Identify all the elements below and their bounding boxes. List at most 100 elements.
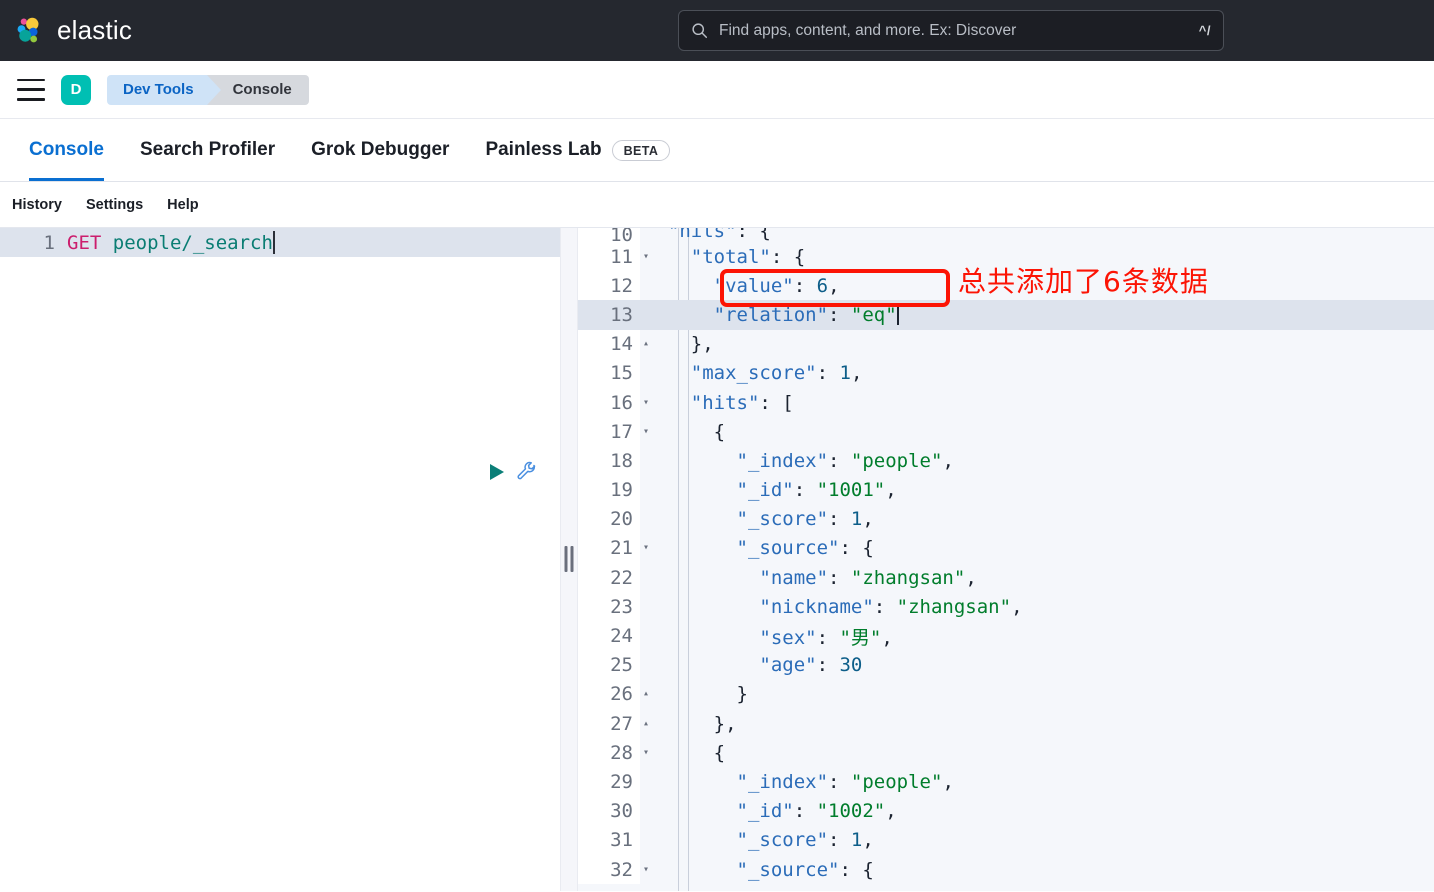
response-line[interactable]: 30 "_id": "1002", (578, 797, 1434, 826)
code-line-text: "_id": "1002", (640, 800, 897, 822)
code-token: "name" (759, 567, 828, 589)
hamburger-menu-icon[interactable] (17, 79, 45, 101)
subnav-item-help[interactable]: Help (167, 197, 198, 213)
response-viewer[interactable]: 10 "hits": {11▾ "total": {12 "value": 6,… (578, 228, 1434, 891)
global-search-input[interactable]: Find apps, content, and more. Ex: Discov… (678, 10, 1224, 51)
fold-arrow-icon[interactable]: ▴ (643, 719, 649, 729)
response-line[interactable]: 25 "age": 30 (578, 651, 1434, 680)
console-subnav: History Settings Help (0, 182, 1434, 228)
code-line-text: "_source": { (640, 859, 874, 881)
pane-splitter[interactable] (560, 228, 578, 891)
tab-search-profiler[interactable]: Search Profiler (122, 119, 293, 181)
code-line-text: }, (640, 333, 714, 355)
response-line[interactable]: 14▴ }, (578, 330, 1434, 359)
code-token: "value" (714, 275, 794, 297)
line-number: 26▴ (578, 680, 640, 709)
code-line-text: "hits": { (640, 228, 771, 242)
code-token: , (885, 800, 896, 822)
response-line[interactable]: 23 "nickname": "zhangsan", (578, 592, 1434, 621)
fold-arrow-icon[interactable]: ▴ (643, 339, 649, 349)
response-line[interactable]: 31 "_score": 1, (578, 826, 1434, 855)
request-line[interactable]: 1GET people/_search (0, 228, 560, 257)
response-line[interactable]: 10 "hits": { (578, 228, 1434, 242)
response-rows[interactable]: 10 "hits": {11▾ "total": {12 "value": 6,… (578, 228, 1434, 884)
fold-arrow-icon[interactable]: ▾ (643, 427, 649, 437)
code-token: 1 (840, 362, 851, 384)
code-line-text: "value": 6, (640, 275, 840, 297)
response-line[interactable]: 22 "name": "zhangsan", (578, 563, 1434, 592)
code-token: }, (645, 333, 714, 355)
avatar[interactable]: D (61, 75, 91, 105)
fold-arrow-icon[interactable]: ▾ (643, 543, 649, 553)
code-token (645, 228, 668, 242)
play-icon[interactable] (490, 464, 504, 480)
response-line[interactable]: 17▾ { (578, 417, 1434, 446)
response-line[interactable]: 29 "_index": "people", (578, 767, 1434, 796)
code-line-text: "age": 30 (640, 654, 862, 676)
breadcrumb-item-console[interactable]: Console (207, 75, 309, 105)
tab-painless-lab[interactable]: Painless Lab BETA (467, 119, 688, 181)
response-line[interactable]: 15 "max_score": 1, (578, 359, 1434, 388)
response-line[interactable]: 28▾ { (578, 738, 1434, 767)
code-token: , (851, 362, 862, 384)
annotation-note: 总共添加了6条数据 (958, 260, 1209, 300)
beta-badge: BETA (612, 140, 671, 161)
line-number: 24 (578, 621, 640, 650)
code-token: 1 (851, 508, 862, 530)
code-line-text: "nickname": "zhangsan", (640, 596, 1023, 618)
code-token: "_id" (737, 800, 794, 822)
wrench-icon[interactable] (516, 461, 537, 482)
code-token: : (828, 771, 851, 793)
fold-arrow-icon[interactable]: ▾ (643, 865, 649, 875)
subnav-item-settings[interactable]: Settings (86, 197, 143, 213)
code-token (645, 567, 759, 589)
response-line[interactable]: 32▾ "_source": { (578, 855, 1434, 884)
response-line[interactable]: 18 "_index": "people", (578, 446, 1434, 475)
line-number: 17▾ (578, 417, 640, 446)
code-token: : { (737, 228, 771, 242)
response-line[interactable]: 26▴ } (578, 680, 1434, 709)
console-body: 1GET people/_search 10 "hits": {11▾ "tot… (0, 228, 1434, 891)
fold-arrow-icon[interactable]: ▴ (643, 689, 649, 699)
response-line[interactable]: 21▾ "_source": { (578, 534, 1434, 563)
subnav-item-history[interactable]: History (12, 197, 62, 213)
line-number: 20 (578, 505, 640, 534)
tab-grok-debugger[interactable]: Grok Debugger (293, 119, 467, 181)
fold-arrow-icon[interactable]: ▾ (643, 398, 649, 408)
code-token (645, 859, 737, 881)
response-line[interactable]: 27▴ }, (578, 709, 1434, 738)
code-line-text: "_id": "1001", (640, 479, 897, 501)
fold-arrow-icon[interactable]: ▾ (643, 748, 649, 758)
response-line[interactable]: 24 "sex": "男", (578, 621, 1434, 650)
code-line-text: }, (640, 713, 737, 735)
code-token: "男" (839, 627, 881, 649)
code-token (645, 275, 714, 297)
code-token: , (942, 771, 953, 793)
code-token (645, 829, 737, 851)
search-icon (691, 22, 708, 39)
fold-arrow-icon[interactable]: ▾ (643, 252, 649, 262)
code-line-text: "hits": [ (640, 392, 794, 414)
line-number: 22 (578, 563, 640, 592)
code-token: : { (839, 859, 873, 881)
response-line[interactable]: 13 "relation": "eq" (578, 300, 1434, 329)
splitter-grip-icon[interactable] (565, 546, 574, 572)
code-line-text: { (640, 421, 725, 443)
brand-name: elastic (57, 15, 132, 46)
response-line[interactable]: 16▾ "hits": [ (578, 388, 1434, 417)
line-number: 25 (578, 651, 640, 680)
breadcrumb-item-dev-tools[interactable]: Dev Tools (107, 75, 207, 105)
code-token: , (885, 479, 896, 501)
code-line-text: } (640, 683, 748, 705)
brand[interactable]: elastic (0, 15, 132, 46)
code-token: { (645, 421, 725, 443)
request-editor[interactable]: 1GET people/_search (0, 228, 560, 891)
code-token (645, 304, 714, 326)
code-token: : { (839, 537, 873, 559)
tab-console[interactable]: Console (11, 119, 122, 181)
code-token: "_id" (737, 479, 794, 501)
line-number: 1 (0, 228, 62, 257)
response-line[interactable]: 19 "_id": "1001", (578, 476, 1434, 505)
request-editor-rows[interactable]: 1GET people/_search (0, 228, 560, 257)
response-line[interactable]: 20 "_score": 1, (578, 505, 1434, 534)
